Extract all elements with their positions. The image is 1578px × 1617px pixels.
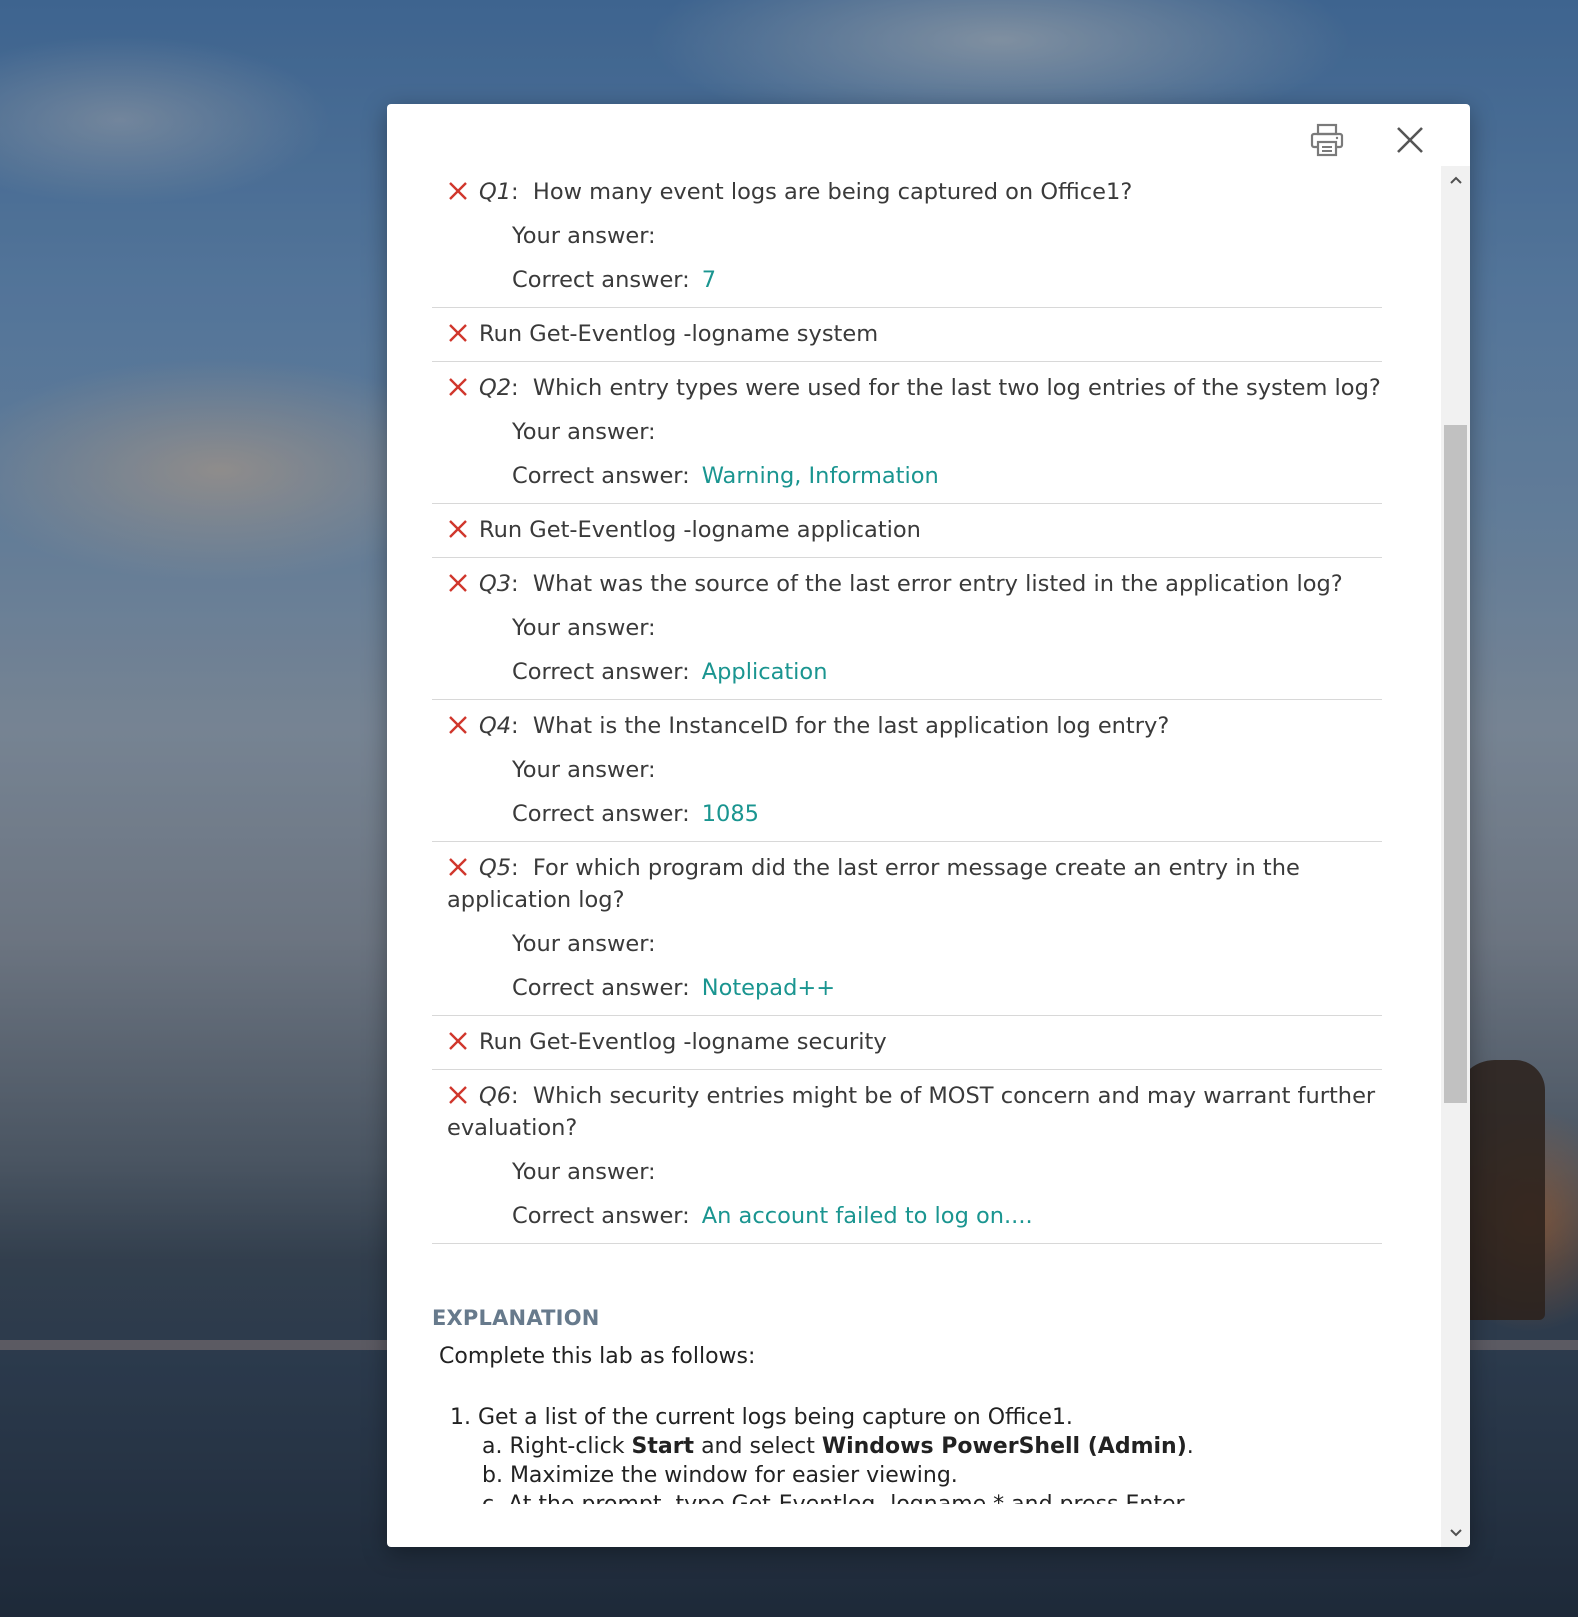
question-line: Q3: What was the source of the last erro…	[432, 568, 1382, 600]
incorrect-x-icon	[449, 1032, 467, 1050]
results-dialog: Q1: How many event logs are being captur…	[387, 104, 1470, 1547]
question-item-q1: Q1: How many event logs are being captur…	[432, 166, 1382, 308]
explanation-intro: Complete this lab as follows:	[439, 1344, 756, 1369]
correct-answer-row: Correct answer: 1085	[432, 798, 1382, 830]
question-number: Q2	[479, 375, 512, 401]
correct-answer-label: Correct answer:	[512, 267, 690, 293]
chevron-up-icon	[1449, 176, 1462, 184]
incorrect-x-icon	[449, 574, 467, 592]
question-line: Q2: Which entry types were used for the …	[432, 372, 1382, 404]
correct-answer-row: Correct answer: Notepad++	[432, 972, 1382, 1004]
step-1b: b. Maximize the window for easier viewin…	[482, 1463, 958, 1488]
question-text: For which program did the last error mes…	[447, 855, 1300, 913]
close-icon	[1397, 127, 1423, 153]
correct-answer-label: Correct answer:	[512, 975, 690, 1001]
close-button[interactable]	[1388, 118, 1432, 162]
your-answer-label: Your answer:	[512, 757, 656, 783]
correct-answer-label: Correct answer:	[512, 801, 690, 827]
correct-answer-label: Correct answer:	[512, 1203, 690, 1229]
question-line: Q4: What is the InstanceID for the last …	[432, 710, 1382, 742]
task-line: Run Get-Eventlog -logname application	[432, 514, 1382, 546]
incorrect-x-icon	[449, 324, 467, 342]
your-answer-row: Your answer:	[432, 220, 1382, 252]
task-item: Run Get-Eventlog -logname security	[432, 1016, 1382, 1070]
explanation-heading: EXPLANATION	[432, 1306, 600, 1330]
chevron-down-icon	[1449, 1529, 1462, 1537]
your-answer-label: Your answer:	[512, 223, 656, 249]
correct-answer-row: Correct answer: An account failed to log …	[432, 1200, 1382, 1232]
your-answer-row: Your answer:	[432, 416, 1382, 448]
explanation-section: EXPLANATION Complete this lab as follows…	[432, 1306, 1382, 1504]
your-answer-label: Your answer:	[512, 931, 656, 957]
scroll-up-button[interactable]	[1441, 166, 1470, 194]
task-line: Run Get-Eventlog -logname system	[432, 318, 1382, 350]
question-number: Q6	[479, 1083, 512, 1109]
step-1: 1. Get a list of the current logs being …	[450, 1405, 1073, 1430]
question-line: Q5: For which program did the last error…	[447, 855, 1300, 913]
question-text: What was the source of the last error en…	[532, 571, 1343, 597]
incorrect-x-icon	[449, 1086, 467, 1104]
question-number: Q4	[479, 713, 512, 739]
correct-answer-value: 7	[701, 267, 717, 293]
your-answer-row: Your answer:	[432, 612, 1382, 644]
correct-answer-row: Correct answer: Application	[432, 656, 1382, 688]
explanation-steps: 1. Get a list of the current logs being …	[432, 1403, 1382, 1504]
your-answer-row: Your answer:	[432, 754, 1382, 786]
your-answer-label: Your answer:	[512, 1159, 656, 1185]
correct-answer-value: 1085	[701, 801, 759, 827]
print-button[interactable]	[1305, 118, 1349, 162]
question-item-q4: Q4: What is the InstanceID for the last …	[432, 700, 1382, 842]
question-line: Q6: Which security entries might be of M…	[447, 1083, 1376, 1141]
question-text: What is the InstanceID for the last appl…	[532, 713, 1170, 739]
incorrect-x-icon	[449, 520, 467, 538]
correct-answer-row: Correct answer: Warning, Information	[432, 460, 1382, 492]
scrollbar-thumb[interactable]	[1444, 425, 1467, 1103]
vertical-scrollbar[interactable]	[1441, 166, 1470, 1547]
incorrect-x-icon	[449, 716, 467, 734]
dialog-toolbar	[387, 104, 1470, 166]
correct-answer-value: An account failed to log on....	[701, 1203, 1033, 1229]
your-answer-row: Your answer:	[432, 928, 1382, 960]
powershell-admin-label: Windows PowerShell (Admin)	[821, 1434, 1187, 1459]
task-item: Run Get-Eventlog -logname application	[432, 504, 1382, 558]
task-line: Run Get-Eventlog -logname security	[432, 1026, 1382, 1058]
task-item: Run Get-Eventlog -logname system	[432, 308, 1382, 362]
printer-icon	[1310, 123, 1344, 157]
incorrect-x-icon	[449, 378, 467, 396]
question-line: Q1: How many event logs are being captur…	[432, 176, 1382, 208]
question-item-q5: Q5: For which program did the last error…	[432, 842, 1382, 1016]
correct-answer-value: Notepad++	[701, 975, 836, 1001]
step-1a: a. Right-click Start and select Windows …	[482, 1434, 1194, 1459]
question-item-q6: Q6: Which security entries might be of M…	[432, 1070, 1382, 1244]
correct-answer-row: Correct answer: 7	[432, 264, 1382, 296]
your-answer-label: Your answer:	[512, 419, 656, 445]
task-text: Run Get-Eventlog -logname system	[479, 321, 879, 347]
step-1c-partial: c. At the prompt, type Get-Eventlog -log…	[450, 1490, 1382, 1504]
question-item-q2: Q2: Which entry types were used for the …	[432, 362, 1382, 504]
scroll-down-button[interactable]	[1441, 1519, 1470, 1547]
your-answer-label: Your answer:	[512, 615, 656, 641]
start-label: Start	[631, 1434, 695, 1459]
results-content: Q1: How many event logs are being captur…	[432, 166, 1382, 1504]
correct-answer-value: Application	[701, 659, 828, 685]
task-text: Run Get-Eventlog -logname application	[479, 517, 921, 543]
question-item-q3: Q3: What was the source of the last erro…	[432, 558, 1382, 700]
incorrect-x-icon	[449, 182, 467, 200]
question-number: Q1	[479, 179, 512, 205]
incorrect-x-icon	[449, 858, 467, 876]
correct-answer-value: Warning, Information	[701, 463, 939, 489]
question-number: Q3	[479, 571, 512, 597]
question-text: How many event logs are being captured o…	[532, 179, 1133, 205]
your-answer-row: Your answer:	[432, 1156, 1382, 1188]
question-text: Which security entries might be of MOST …	[447, 1083, 1376, 1141]
task-text: Run Get-Eventlog -logname security	[479, 1029, 887, 1055]
correct-answer-label: Correct answer:	[512, 659, 690, 685]
correct-answer-label: Correct answer:	[512, 463, 690, 489]
question-number: Q5	[479, 855, 512, 881]
results-scroll-area[interactable]: Q1: How many event logs are being captur…	[387, 166, 1470, 1547]
question-text: Which entry types were used for the last…	[532, 375, 1381, 401]
